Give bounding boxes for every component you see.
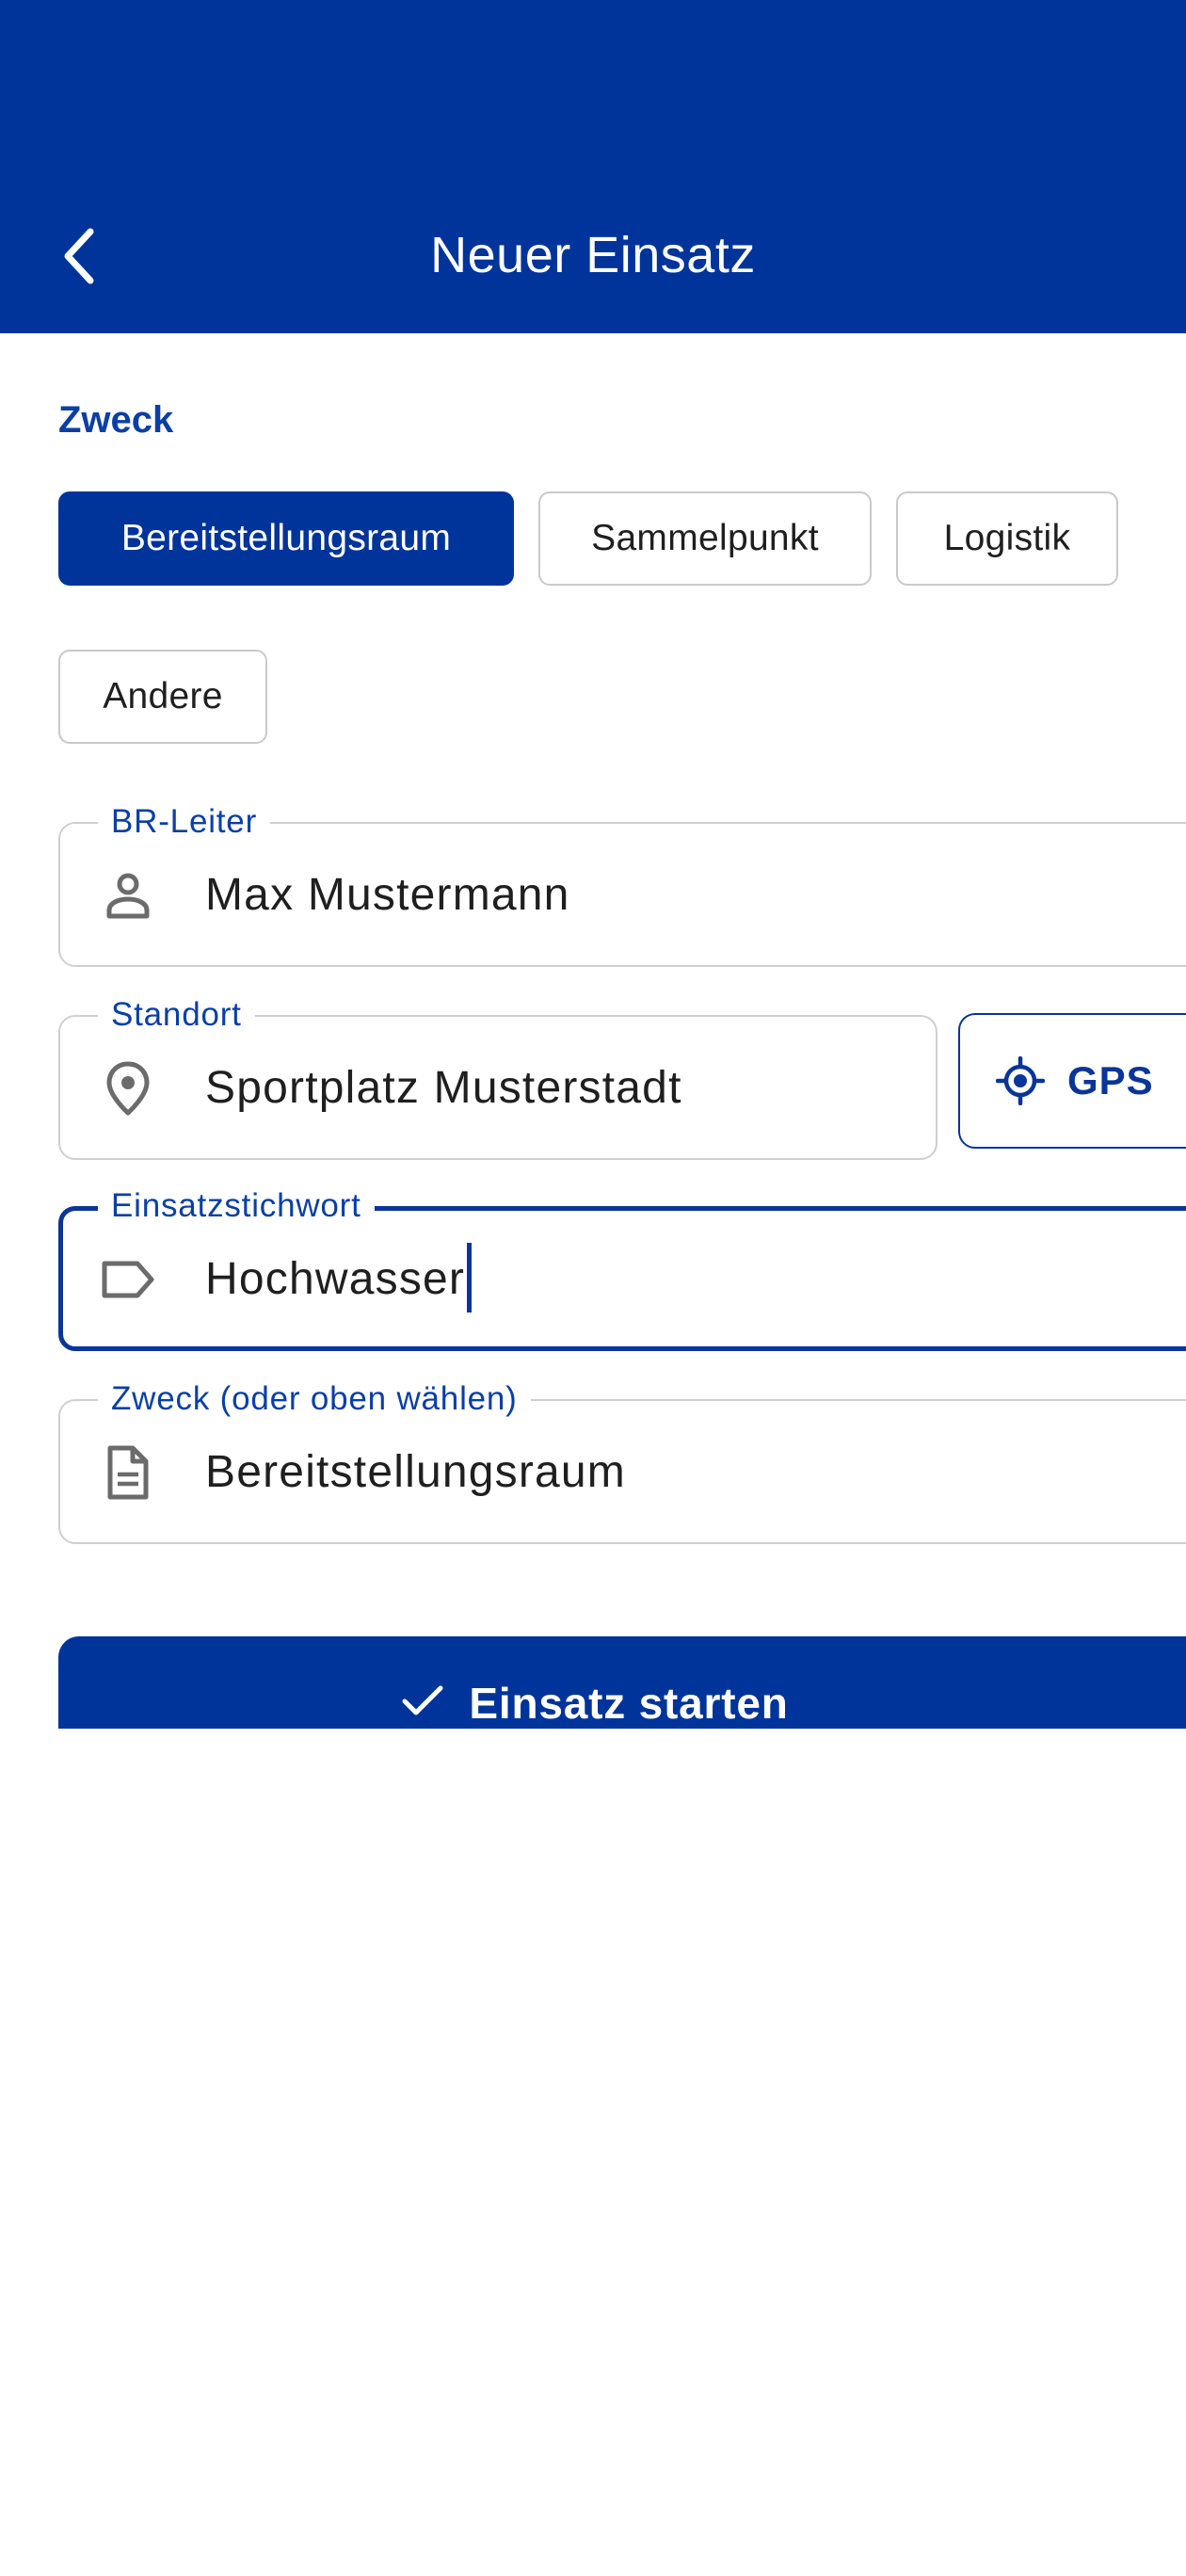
- start-button-container: Einsatz starten: [58, 1636, 1186, 1729]
- location-field[interactable]: Standort Sportplatz Musterstadt: [58, 994, 938, 1160]
- crosshair-icon: [996, 1056, 1045, 1105]
- start-button[interactable]: Einsatz starten: [58, 1636, 1186, 1729]
- keyword-field-label: Einsatzstichwort: [98, 1185, 375, 1227]
- text-caret: [467, 1243, 473, 1313]
- purpose-input[interactable]: Bereitstellungsraum: [205, 1442, 626, 1503]
- keyword-input[interactable]: Hochwasser: [205, 1243, 473, 1313]
- purpose-section-label: Zweck: [58, 399, 174, 441]
- page-title: Neuer Einsatz: [430, 227, 756, 283]
- chip-logistik[interactable]: Logistik: [896, 491, 1118, 586]
- keyword-field[interactable]: Einsatzstichwort Hochwasser: [58, 1185, 1186, 1351]
- leader-input[interactable]: Max Mustermann: [205, 865, 570, 926]
- gps-button-label: GPS: [1067, 1058, 1154, 1103]
- purpose-field[interactable]: Zweck (oder oben wählen) Bereitstellungs…: [58, 1378, 1186, 1544]
- keyword-input-text: Hochwasser: [205, 1254, 466, 1304]
- gps-button[interactable]: GPS: [958, 1013, 1186, 1149]
- app-bar: Neuer Einsatz: [0, 0, 1186, 333]
- location-pin-icon: [98, 1058, 158, 1119]
- leader-field-label: BR-Leiter: [98, 801, 271, 843]
- person-icon: [98, 865, 158, 926]
- purpose-field-label: Zweck (oder oben wählen): [98, 1378, 531, 1420]
- start-button-label: Einsatz starten: [469, 1679, 789, 1728]
- location-input[interactable]: Sportplatz Musterstadt: [205, 1058, 682, 1119]
- tag-icon: [98, 1249, 158, 1310]
- chip-bereitstellungsraum[interactable]: Bereitstellungsraum: [58, 491, 514, 586]
- chip-sammelpunkt[interactable]: Sammelpunkt: [538, 491, 872, 586]
- location-field-label: Standort: [98, 994, 255, 1036]
- check-icon: [402, 1685, 443, 1715]
- chip-andere[interactable]: Andere: [58, 650, 267, 744]
- leader-field[interactable]: BR-Leiter Max Mustermann: [58, 801, 1186, 967]
- document-icon: [98, 1442, 158, 1503]
